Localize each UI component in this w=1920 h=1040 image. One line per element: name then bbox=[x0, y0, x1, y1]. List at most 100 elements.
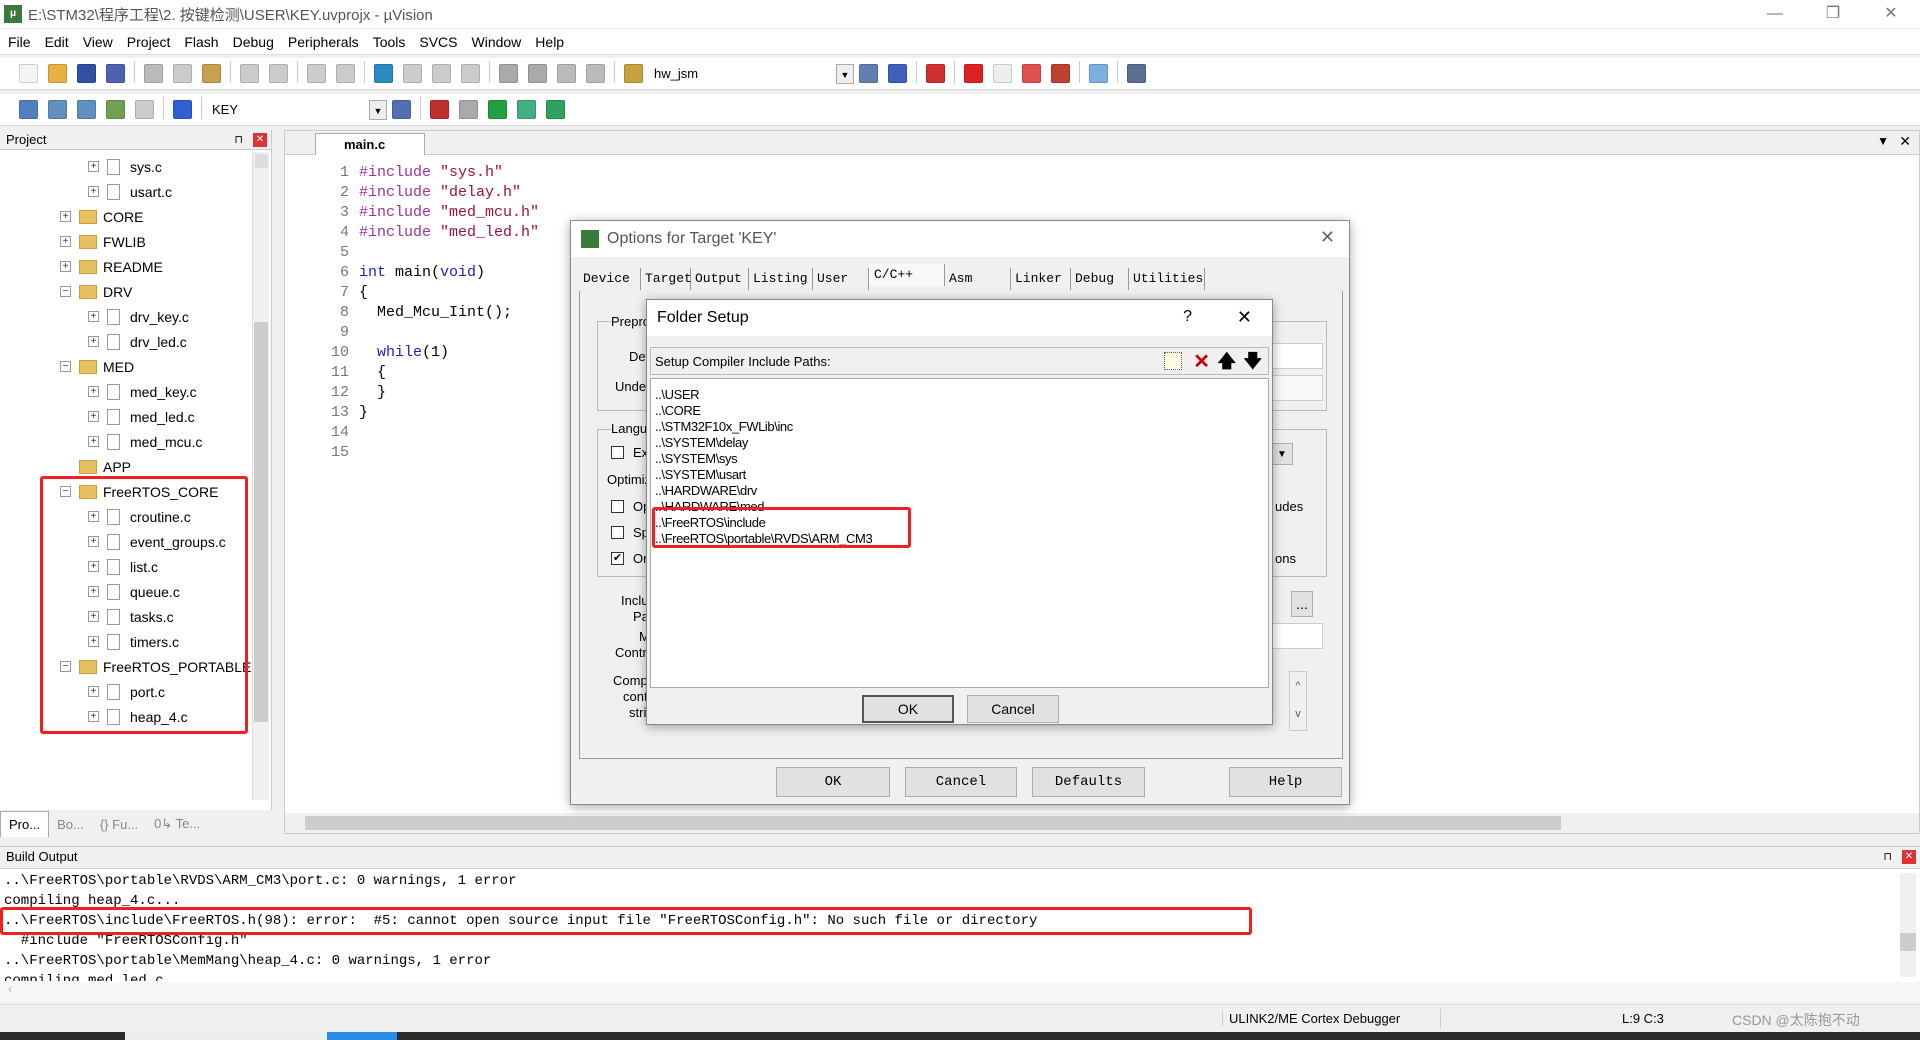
target-select[interactable]: KEY ▼ bbox=[212, 99, 387, 121]
tree-item-file[interactable]: + list.c bbox=[88, 554, 158, 579]
include-path-item[interactable]: ..\HARDWARE\med bbox=[651, 499, 1268, 515]
tab-listing[interactable]: Listing bbox=[749, 268, 813, 290]
delete-icon[interactable]: ✕ bbox=[1193, 349, 1210, 374]
ok-button[interactable]: OK bbox=[776, 767, 890, 797]
save-all-icon[interactable] bbox=[106, 64, 125, 83]
include-path-item[interactable]: ..\STM32F10x_FWLib\inc bbox=[651, 419, 1268, 435]
tree-item-file[interactable]: + sys.c bbox=[88, 154, 162, 179]
new-file-icon[interactable] bbox=[19, 64, 38, 83]
expand-toggle-icon[interactable]: + bbox=[88, 686, 99, 697]
pack-installer-icon[interactable] bbox=[517, 100, 536, 119]
close-icon[interactable]: ✕ bbox=[1320, 227, 1335, 248]
folder-ok-button[interactable]: OK bbox=[862, 695, 954, 723]
pin-icon[interactable]: ⊓ bbox=[1883, 847, 1892, 867]
define-field[interactable] bbox=[1271, 343, 1323, 369]
expand-toggle-icon[interactable]: + bbox=[88, 386, 99, 397]
redo-icon[interactable] bbox=[269, 64, 288, 83]
tree-item-file[interactable]: + tasks.c bbox=[88, 604, 174, 629]
include-path-item[interactable]: ..\SYSTEM\sys bbox=[651, 451, 1268, 467]
menu-help[interactable]: Help bbox=[535, 34, 564, 50]
expand-toggle-icon[interactable]: + bbox=[88, 711, 99, 722]
tree-item-file[interactable]: + usart.c bbox=[88, 179, 172, 204]
paste-icon[interactable] bbox=[202, 64, 221, 83]
components-icon[interactable] bbox=[459, 100, 478, 119]
minimize-button[interactable]: — bbox=[1746, 0, 1804, 28]
build-output-vertical-scrollbar[interactable] bbox=[1900, 873, 1916, 977]
next-bookmark-icon[interactable] bbox=[432, 64, 451, 83]
expand-toggle-icon[interactable]: + bbox=[60, 261, 71, 272]
rebuild-icon[interactable] bbox=[77, 100, 96, 119]
expand-toggle-icon[interactable]: + bbox=[88, 186, 99, 197]
select-pack-icon[interactable] bbox=[488, 100, 507, 119]
tab-main-c[interactable]: main.c bbox=[315, 133, 425, 155]
menu-peripherals[interactable]: Peripherals bbox=[288, 34, 359, 50]
indent-icon[interactable] bbox=[499, 64, 518, 83]
pin-icon[interactable]: ⊓ bbox=[234, 130, 243, 150]
kill-breakpoints-icon[interactable] bbox=[1051, 64, 1070, 83]
tree-item-file[interactable]: + queue.c bbox=[88, 579, 180, 604]
expand-toggle-icon[interactable]: + bbox=[60, 211, 71, 222]
tree-item-file[interactable]: + med_led.c bbox=[88, 404, 195, 429]
manage-components-icon[interactable] bbox=[430, 100, 449, 119]
tree-item-file[interactable]: + heap_4.c bbox=[88, 704, 188, 729]
expand-toggle-icon[interactable]: + bbox=[88, 511, 99, 522]
tree-item-file[interactable]: + med_key.c bbox=[88, 379, 197, 404]
expand-toggle-icon[interactable]: + bbox=[88, 311, 99, 322]
find-combo[interactable]: hw_jsm ▼ bbox=[654, 63, 854, 85]
tab-user[interactable]: User bbox=[813, 268, 869, 290]
expand-toggle-icon[interactable]: − bbox=[60, 286, 71, 297]
maximize-button[interactable]: ❐ bbox=[1804, 0, 1862, 28]
menu-debug[interactable]: Debug bbox=[233, 34, 274, 50]
browse-include-paths-button[interactable]: ... bbox=[1291, 591, 1313, 617]
new-folder-icon[interactable] bbox=[1164, 352, 1182, 370]
expand-toggle-icon[interactable]: + bbox=[88, 161, 99, 172]
expand-toggle-icon[interactable]: − bbox=[60, 661, 71, 672]
move-up-icon[interactable]: 🡅 bbox=[1217, 349, 1236, 379]
tree-item-folder[interactable]: − DRV bbox=[60, 279, 132, 304]
tree-item-file[interactable]: + med_mcu.c bbox=[88, 429, 202, 454]
expand-toggle-icon[interactable]: + bbox=[88, 586, 99, 597]
runtime-env-icon[interactable] bbox=[546, 100, 565, 119]
scroll-up-icon[interactable] bbox=[255, 154, 268, 168]
tab-output[interactable]: Output bbox=[691, 268, 749, 290]
comment-icon[interactable] bbox=[557, 64, 576, 83]
build-output-horizontal-scrollbar[interactable]: ‹ bbox=[0, 982, 1920, 1002]
include-path-item[interactable]: ..\SYSTEM\usart bbox=[651, 467, 1268, 483]
misc-controls-field[interactable] bbox=[1271, 623, 1323, 649]
tab-utilities[interactable]: Utilities bbox=[1129, 268, 1205, 290]
close-editor-icon[interactable]: ✕ bbox=[1899, 133, 1911, 150]
menu-edit[interactable]: Edit bbox=[45, 34, 69, 50]
tree-item-folder[interactable]: − FreeRTOS_CORE bbox=[60, 479, 218, 504]
translate-icon[interactable] bbox=[19, 100, 38, 119]
warnings-dropdown[interactable]: ▼ bbox=[1271, 443, 1293, 465]
build-icon[interactable] bbox=[48, 100, 67, 119]
build-output-text[interactable]: ..\FreeRTOS\portable\RVDS\ARM_CM3\port.c… bbox=[0, 869, 1895, 981]
undefine-field[interactable] bbox=[1271, 375, 1323, 401]
tab-asm[interactable]: Asm bbox=[945, 268, 1011, 290]
menu-file[interactable]: File bbox=[8, 34, 31, 50]
menu-tools[interactable]: Tools bbox=[373, 34, 406, 50]
close-button[interactable]: ✕ bbox=[1862, 0, 1920, 28]
expand-toggle-icon[interactable]: + bbox=[88, 436, 99, 447]
tree-vertical-scrollbar[interactable] bbox=[252, 152, 269, 800]
editor-horizontal-scrollbar[interactable] bbox=[285, 813, 1919, 833]
move-down-icon[interactable]: 🡇 bbox=[1243, 349, 1262, 379]
help-button[interactable]: Help bbox=[1229, 767, 1342, 797]
tree-item-file[interactable]: + event_groups.c bbox=[88, 529, 226, 554]
chevron-down-icon[interactable]: ▼ bbox=[836, 63, 854, 84]
one-elf-section-checkbox[interactable]: ✔ bbox=[611, 552, 624, 565]
tree-item-folder[interactable]: + FWLIB bbox=[60, 229, 146, 254]
find-icon[interactable] bbox=[859, 64, 878, 83]
menu-project[interactable]: Project bbox=[127, 34, 171, 50]
tab-linker[interactable]: Linker bbox=[1011, 268, 1071, 290]
expand-toggle-icon[interactable]: + bbox=[88, 611, 99, 622]
forward-icon[interactable] bbox=[336, 64, 355, 83]
find-in-files-icon[interactable] bbox=[624, 64, 643, 83]
tab-templates[interactable]: 0↳ Te... bbox=[146, 816, 208, 832]
close-icon[interactable]: ✕ bbox=[1902, 850, 1916, 864]
window-layout-icon[interactable] bbox=[1089, 64, 1108, 83]
help-icon[interactable]: ? bbox=[1183, 308, 1192, 326]
chevron-down-icon[interactable]: ▼ bbox=[369, 99, 387, 120]
menu-svcs[interactable]: SVCS bbox=[419, 34, 457, 50]
tree-item-file[interactable]: + drv_led.c bbox=[88, 329, 187, 354]
